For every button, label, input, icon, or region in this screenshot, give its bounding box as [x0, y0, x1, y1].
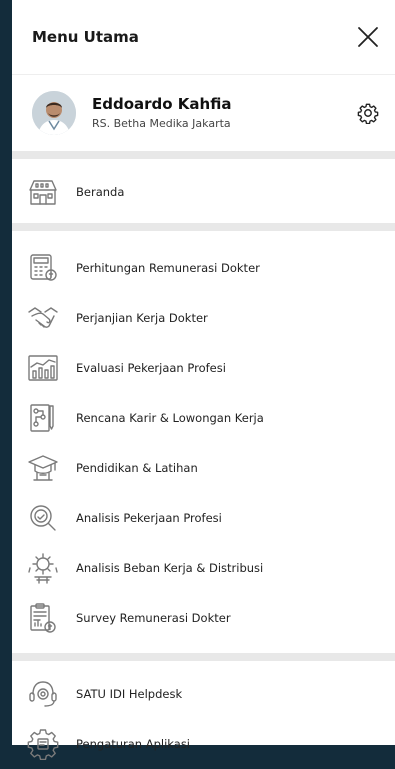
- section-divider: [12, 223, 395, 231]
- main-menu-drawer: Menu Utama Eddoardo Kahfia RS. Betha Med…: [12, 0, 395, 760]
- menu-item-beranda[interactable]: Beranda: [12, 167, 395, 217]
- menu-item-label: Evaluasi Pekerjaan Profesi: [76, 361, 226, 375]
- menu-item-label: Perjanjian Kerja Dokter: [76, 311, 208, 325]
- headset-icon: [26, 677, 60, 711]
- menu-item-perjanjian-kerja[interactable]: Perjanjian Kerja Dokter: [12, 293, 395, 343]
- menu-item-rencana-karir[interactable]: Rencana Karir & Lowongan Kerja: [12, 393, 395, 443]
- menu-item-evaluasi-pekerjaan[interactable]: Evaluasi Pekerjaan Profesi: [12, 343, 395, 393]
- menu-item-helpdesk[interactable]: SATU IDI Helpdesk: [12, 669, 395, 719]
- menu-item-survey-remunerasi[interactable]: Survey Remunerasi Dokter: [12, 593, 395, 643]
- survey-clipboard-icon: [26, 601, 60, 635]
- close-button[interactable]: [355, 24, 381, 50]
- dimmed-backdrop[interactable]: [0, 0, 12, 745]
- menu-item-perhitungan-remunerasi[interactable]: Perhitungan Remunerasi Dokter: [12, 243, 395, 293]
- menu-item-analisis-pekerjaan[interactable]: Analisis Pekerjaan Profesi: [12, 493, 395, 543]
- magnifier-icon: [26, 501, 60, 535]
- section-divider: [12, 653, 395, 661]
- menu-item-label: Beranda: [76, 185, 125, 199]
- menu-group-bottom: SATU IDI Helpdesk Pengaturan Aplikasi: [12, 661, 395, 769]
- career-plan-icon: [26, 401, 60, 435]
- close-icon: [358, 27, 378, 47]
- menu-item-label: Survey Remunerasi Dokter: [76, 611, 231, 625]
- calculator-icon: [26, 251, 60, 285]
- user-profile[interactable]: Eddoardo Kahfia RS. Betha Medika Jakarta: [12, 75, 395, 151]
- profile-settings-button[interactable]: [355, 100, 381, 126]
- menu-item-label: Perhitungan Remunerasi Dokter: [76, 261, 260, 275]
- workload-icon: [26, 551, 60, 585]
- drawer-header: Menu Utama: [12, 0, 395, 75]
- drawer-title: Menu Utama: [32, 28, 139, 46]
- graduation-cap-icon: [26, 451, 60, 485]
- menu-item-label: SATU IDI Helpdesk: [76, 687, 183, 701]
- handshake-icon: [26, 301, 60, 335]
- gear-icon: [357, 103, 379, 124]
- menu-item-label: Rencana Karir & Lowongan Kerja: [76, 411, 264, 425]
- menu-item-analisis-beban-kerja[interactable]: Analisis Beban Kerja & Distribusi: [12, 543, 395, 593]
- menu-group-main: Perhitungan Remunerasi Dokter Perjanjian…: [12, 231, 395, 653]
- user-name: Eddoardo Kahfia: [92, 95, 232, 113]
- home-icon: [26, 175, 60, 209]
- app-settings-icon: [26, 727, 60, 761]
- avatar: [32, 91, 76, 135]
- menu-item-pendidikan-latihan[interactable]: Pendidikan & Latihan: [12, 443, 395, 493]
- menu-group-home: Beranda: [12, 159, 395, 223]
- bar-chart-icon: [26, 351, 60, 385]
- menu-item-label: Analisis Beban Kerja & Distribusi: [76, 561, 264, 575]
- menu-item-label: Pendidikan & Latihan: [76, 461, 198, 475]
- menu-item-pengaturan-aplikasi[interactable]: Pengaturan Aplikasi: [12, 719, 395, 769]
- menu-item-label: Analisis Pekerjaan Profesi: [76, 511, 222, 525]
- user-hospital: RS. Betha Medika Jakarta: [92, 117, 231, 130]
- menu-item-label: Pengaturan Aplikasi: [76, 737, 191, 751]
- section-divider: [12, 151, 395, 159]
